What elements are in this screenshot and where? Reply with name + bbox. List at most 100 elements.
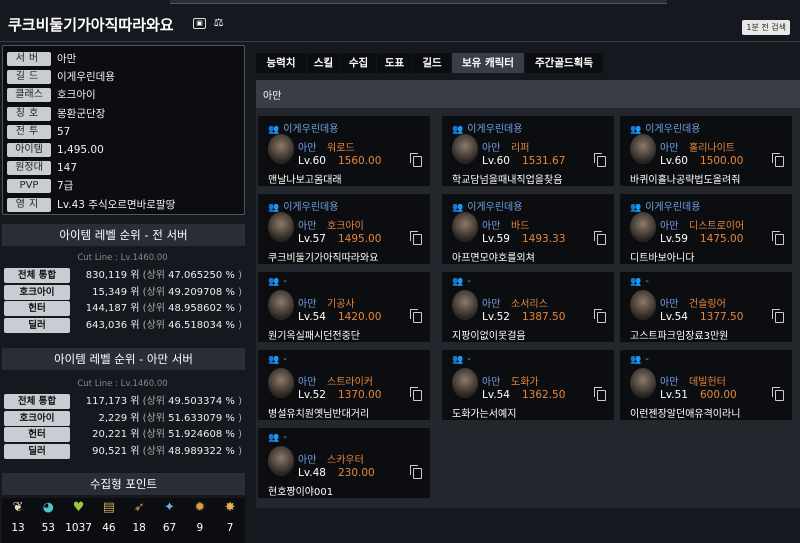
copy-icon[interactable] xyxy=(772,387,784,401)
card-guild: 👥 이게우린데용 xyxy=(268,120,338,135)
rank-top-close: ) xyxy=(238,412,242,424)
card-item-level: 1531.67 xyxy=(522,155,566,167)
character-avatar xyxy=(630,290,656,320)
rank-position: 20,221 위 xyxy=(92,429,143,440)
rank-percent: 48.958602 % xyxy=(168,303,239,314)
card-level: Lv.60 xyxy=(298,155,326,167)
character-card[interactable]: 👥 이게우린데용 아만 홀리나이트 Lv.60 1500.00 바퀴이홀나공략법도올려줘 xyxy=(620,116,792,186)
character-title: 쿠크비둘기가아직따라와요 xyxy=(8,16,174,34)
card-guild: 👥 이게우린데용 xyxy=(452,120,522,135)
card-server: 아만 xyxy=(298,455,317,466)
copy-icon[interactable] xyxy=(410,153,422,167)
tab-7[interactable]: 주간골드획득 xyxy=(525,53,603,73)
character-card[interactable]: 👥 이게우린데용 아만 디스트로이어 Lv.59 1475.00 디트바보아니다 xyxy=(620,194,792,264)
collection-item[interactable]: ✹ 9 xyxy=(186,498,214,534)
character-card[interactable]: 👥 - 아만 스트라이커 Lv.52 1370.00 병설유치원옛님반대거리 xyxy=(258,350,430,420)
rank-top-close: ) xyxy=(238,396,242,407)
rank-value: 90,521 위 (상위 48.989322 % ) xyxy=(74,444,242,459)
character-card[interactable]: 👥 - 아만 기공사 Lv.54 1420.00 원기옥실패시던전중단 xyxy=(258,272,430,342)
copy-icon[interactable] xyxy=(594,153,606,167)
character-card[interactable]: 👥 이게우린데용 아만 리퍼 Lv.60 1531.67 학교담넘을때내직업을찾음 xyxy=(442,116,614,186)
collection-value: 46 xyxy=(102,522,116,534)
character-card[interactable]: 👥 - 아만 소서리스 Lv.52 1387.50 지팡이없이못걸음 xyxy=(442,272,614,342)
card-level: Lv.60 xyxy=(482,155,510,167)
profile-value: 이게우린데용 xyxy=(57,71,115,84)
tab-3[interactable]: 수집 xyxy=(341,53,376,73)
copy-icon[interactable] xyxy=(772,231,784,245)
rank-top-close: ) xyxy=(238,429,242,440)
profile-value: 호크아이 xyxy=(57,89,96,102)
search-time-badge[interactable]: 1분 전 검색 xyxy=(742,20,790,35)
collection-item[interactable]: ◕ 53 xyxy=(34,498,62,534)
guild-name: 이게우린데용 xyxy=(645,124,701,135)
character-avatar xyxy=(268,368,294,398)
card-level: Lv.54 xyxy=(482,389,510,401)
rank-top-close: ) xyxy=(238,319,242,331)
collection-item[interactable]: ➶ 18 xyxy=(125,498,153,534)
character-card[interactable]: 👥 - 아만 도화가 Lv.54 1362.50 도화가는서예지 xyxy=(442,350,614,420)
character-card[interactable]: 👥 - 아만 스카우터 Lv.48 230.00 현호짱이야001 xyxy=(258,428,430,498)
card-item-level: 1495.00 xyxy=(338,233,382,245)
tab-1[interactable]: 능력치 xyxy=(256,53,306,73)
copy-icon[interactable] xyxy=(410,231,422,245)
character-card[interactable]: 👥 이게우린데용 아만 바드 Lv.59 1493.33 아프면모야호를외쳐 xyxy=(442,194,614,264)
copy-icon[interactable] xyxy=(594,309,606,323)
profile-value: 147 xyxy=(57,162,78,175)
copy-icon[interactable] xyxy=(410,309,422,323)
character-avatar xyxy=(452,290,478,320)
profile-card-icon[interactable]: ▣ xyxy=(193,18,206,29)
card-level: Lv.59 xyxy=(482,233,510,245)
copy-icon[interactable] xyxy=(594,231,606,245)
top-strip xyxy=(170,0,667,4)
collection-item[interactable]: ❦ 13 xyxy=(4,498,32,534)
rank-label: 헌터 xyxy=(4,301,70,316)
copy-icon[interactable] xyxy=(772,309,784,323)
character-card[interactable]: 👥 - 아만 건슬링어 Lv.54 1377.50 고스트파크임장료3만원 xyxy=(620,272,792,342)
profile-label: 칭호 xyxy=(7,106,51,121)
card-level: Lv.59 xyxy=(660,233,688,245)
character-card[interactable]: 👥 이게우린데용 아만 워로드 Lv.60 1560.00 맨날나보고몸대래 xyxy=(258,116,430,186)
copy-icon[interactable] xyxy=(410,465,422,479)
card-server: 아만 xyxy=(660,377,679,388)
collection-points: ❦ 13 ◕ 53 ♥ 1037 ▤ 46 ➶ 18 ✦ 67 ✹ 9 ✸ 7 xyxy=(2,498,245,543)
rank-label: 헌터 xyxy=(4,427,70,442)
tab-4[interactable]: 도표 xyxy=(377,53,412,73)
rank-percent: 49.209708 % xyxy=(168,286,239,298)
card-class: 스트라이커 xyxy=(327,377,373,388)
copy-icon[interactable] xyxy=(772,153,784,167)
collection-item[interactable]: ♥ 1037 xyxy=(65,498,93,534)
character-card[interactable]: 👥 이게우린데용 아만 호크아이 Lv.57 1495.00 쿠크비둘기가아직따라와요 xyxy=(258,194,430,264)
rank-row: 헌터 144,187 위 (상위 48.958602 % ) xyxy=(4,300,242,316)
rank-top-open: (상위 xyxy=(142,396,169,407)
rank-label: 전체 통합 xyxy=(4,394,70,409)
balance-icon[interactable]: ⚖ xyxy=(212,17,225,29)
rank-all-title: 아이템 레벨 순위 - 전 서버 xyxy=(2,224,245,246)
profile-label: 길드 xyxy=(7,70,51,85)
rank-percent: 51.924608 % xyxy=(168,429,239,440)
collection-item[interactable]: ▤ 46 xyxy=(95,498,123,534)
collection-item[interactable]: ✦ 67 xyxy=(156,498,184,534)
tab-6[interactable]: 보유 캐릭터 xyxy=(452,53,524,73)
card-level: Lv.54 xyxy=(298,311,326,323)
character-card[interactable]: 👥 - 아만 데빌헌터 Lv.51 600.00 이런젠장알던애유격이라니 xyxy=(620,350,792,420)
card-class: 워로드 xyxy=(327,143,355,154)
profile-value: Lv.43 주식오르면바로팔땅 xyxy=(57,198,176,211)
tab-5[interactable]: 길드 xyxy=(413,53,451,73)
card-character-name: 현호짱이야001 xyxy=(268,487,334,498)
card-class: 소서리스 xyxy=(511,299,548,310)
tab-2[interactable]: 스킬 xyxy=(307,53,340,73)
profile-label: 아이템 xyxy=(7,143,51,157)
rank-label: 딜러 xyxy=(4,317,70,333)
card-guild: 👥 - xyxy=(268,276,287,287)
guild-icon: 👥 xyxy=(630,277,642,287)
card-item-level: 1362.50 xyxy=(522,389,566,401)
card-server: 아만 xyxy=(298,377,317,388)
profile-panel: 서버 아만 길드 이게우린데용 클래스 호크아이 칭호 몽환군단장 전투 57 아이템 1,495.0… xyxy=(2,45,245,215)
collection-value: 67 xyxy=(162,522,177,534)
copy-icon[interactable] xyxy=(594,387,606,401)
collection-value: 7 xyxy=(226,522,234,534)
collection-item[interactable]: ✸ 7 xyxy=(216,498,244,534)
copy-icon[interactable] xyxy=(410,387,422,401)
character-avatar xyxy=(630,134,656,164)
card-item-level: 230.00 xyxy=(338,467,375,479)
